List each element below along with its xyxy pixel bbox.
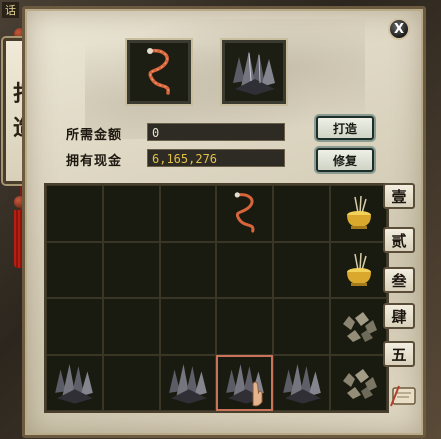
inventory-cell[interactable] [273, 354, 331, 411]
tab-3[interactable]: 叁 [383, 267, 415, 293]
inventory-cell[interactable] [102, 185, 160, 242]
tab-5[interactable]: 五 [383, 341, 415, 367]
inventory-cell[interactable] [159, 241, 217, 298]
inventory-cell[interactable] [330, 241, 387, 298]
inventory-cell[interactable] [159, 354, 217, 411]
inventory-cell[interactable] [216, 241, 274, 298]
repair-button[interactable]: 修复 [316, 148, 374, 172]
ore-cluster-icon [282, 363, 321, 404]
inventory-cell[interactable] [46, 241, 103, 298]
inventory-cell[interactable] [273, 185, 331, 242]
inventory-cell[interactable] [159, 185, 217, 242]
inventory-cell[interactable] [102, 298, 160, 355]
inventory-cell-selected[interactable] [216, 354, 274, 411]
gold-urn-icon [346, 196, 371, 230]
forge-button[interactable]: 打造 [316, 116, 374, 140]
inventory-cell[interactable] [159, 298, 217, 355]
close-button[interactable]: X [388, 18, 410, 40]
scroll-icon[interactable] [389, 382, 419, 410]
ore-cluster-icon [169, 363, 207, 404]
stone-pile-icon [342, 312, 377, 343]
cash-label: 拥有现金 [66, 154, 123, 169]
tab-1[interactable]: 壹 [383, 183, 415, 209]
inventory-cell[interactable] [273, 241, 331, 298]
inventory-cell[interactable] [46, 185, 103, 242]
cash-field: 6,165,276 [147, 149, 285, 167]
material-slot-1[interactable] [127, 40, 191, 104]
gold-urn-icon [346, 252, 371, 286]
rope-coil-icon [234, 192, 255, 233]
inventory-cell[interactable] [330, 354, 387, 411]
inventory-cell[interactable] [273, 298, 331, 355]
inventory-cell[interactable] [46, 298, 103, 355]
ore-cluster-icon [55, 363, 94, 404]
ore-cluster-icon [226, 363, 264, 407]
required-amount-label: 所需金额 [66, 128, 123, 143]
material-slot-2[interactable] [222, 40, 286, 104]
inventory-cell[interactable] [46, 354, 103, 411]
inventory-grid [44, 183, 389, 413]
inventory-cell[interactable] [330, 298, 387, 355]
rope-coil-icon [147, 48, 170, 95]
tab-4[interactable]: 肆 [383, 303, 415, 329]
required-amount-field: 0 [147, 123, 285, 141]
inventory-cell[interactable] [102, 241, 160, 298]
inventory-cell[interactable] [216, 185, 274, 242]
inventory-cell[interactable] [216, 298, 274, 355]
tab-2[interactable]: 贰 [383, 227, 415, 253]
inventory-cell[interactable] [330, 185, 387, 242]
inventory-cell[interactable] [102, 354, 160, 411]
ore-cluster-icon [233, 51, 275, 95]
background-title-fragment: 话 [2, 2, 19, 18]
stone-pile-icon [342, 368, 377, 399]
